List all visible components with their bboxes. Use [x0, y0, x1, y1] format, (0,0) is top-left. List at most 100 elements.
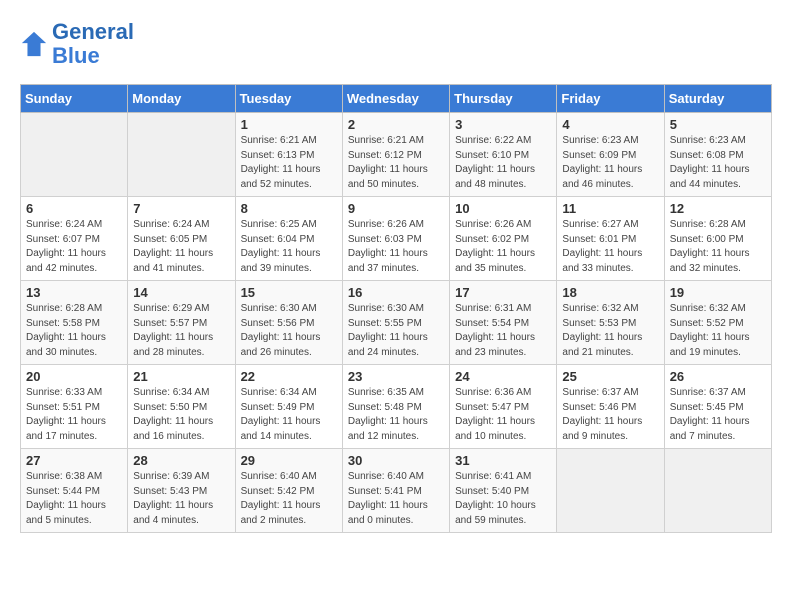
day-number: 9 — [348, 201, 444, 216]
page-header: GeneralBlue — [20, 20, 772, 68]
calendar-cell — [664, 449, 771, 533]
day-info: Sunrise: 6:28 AMSunset: 6:00 PMDaylight:… — [670, 218, 766, 276]
day-info: Sunrise: 6:33 AMSunset: 5:51 PMDaylight:… — [26, 386, 122, 444]
day-info: Sunrise: 6:26 AMSunset: 6:02 PMDaylight:… — [455, 218, 551, 276]
day-number: 28 — [133, 453, 229, 468]
day-number: 20 — [26, 369, 122, 384]
day-info: Sunrise: 6:23 AMSunset: 6:08 PMDaylight:… — [670, 134, 766, 192]
calendar-cell: 14Sunrise: 6:29 AMSunset: 5:57 PMDayligh… — [128, 281, 235, 365]
calendar-cell: 23Sunrise: 6:35 AMSunset: 5:48 PMDayligh… — [342, 365, 449, 449]
days-of-week-row: SundayMondayTuesdayWednesdayThursdayFrid… — [21, 85, 772, 113]
calendar-header: SundayMondayTuesdayWednesdayThursdayFrid… — [21, 85, 772, 113]
calendar-cell: 6 Sunrise: 6:24 AMSunset: 6:07 PMDaylight… — [21, 197, 128, 281]
calendar-cell: 30 Sunrise: 6:40 AMSunset: 5:41 PMDayligh… — [342, 449, 449, 533]
calendar-cell: 26Sunrise: 6:37 AMSunset: 5:45 PMDayligh… — [664, 365, 771, 449]
day-number: 5 — [670, 117, 766, 132]
day-info: Sunrise: 6:31 AMSunset: 5:54 PMDaylight:… — [455, 302, 551, 360]
calendar-cell: 27 Sunrise: 6:38 AMSunset: 5:44 PMDayligh… — [21, 449, 128, 533]
day-info: Sunrise: 6:22 AMSunset: 6:10 PMDaylight:… — [455, 134, 551, 192]
day-number: 22 — [241, 369, 337, 384]
day-number: 2 — [348, 117, 444, 132]
day-info: Sunrise: 6:37 AMSunset: 5:45 PMDaylight:… — [670, 386, 766, 444]
day-of-week-header: Sunday — [21, 85, 128, 113]
day-number: 4 — [562, 117, 658, 132]
calendar-cell: 13 Sunrise: 6:28 AMSunset: 5:58 PMDayligh… — [21, 281, 128, 365]
day-number: 18 — [562, 285, 658, 300]
logo-icon — [20, 30, 48, 58]
calendar-week-row: 27 Sunrise: 6:38 AMSunset: 5:44 PMDayligh… — [21, 449, 772, 533]
day-number: 3 — [455, 117, 551, 132]
day-number: 16 — [348, 285, 444, 300]
calendar-cell — [128, 113, 235, 197]
calendar-cell: 19Sunrise: 6:32 AMSunset: 5:52 PMDayligh… — [664, 281, 771, 365]
day-number: 15 — [241, 285, 337, 300]
calendar-week-row: 20 Sunrise: 6:33 AMSunset: 5:51 PMDayligh… — [21, 365, 772, 449]
logo-text: GeneralBlue — [52, 20, 134, 68]
calendar-cell: 16 Sunrise: 6:30 AMSunset: 5:55 PMDayligh… — [342, 281, 449, 365]
day-info: Sunrise: 6:40 AMSunset: 5:41 PMDaylight:… — [348, 470, 444, 528]
calendar-week-row: 13 Sunrise: 6:28 AMSunset: 5:58 PMDayligh… — [21, 281, 772, 365]
day-number: 13 — [26, 285, 122, 300]
day-info: Sunrise: 6:39 AMSunset: 5:43 PMDaylight:… — [133, 470, 229, 528]
calendar-cell: 10Sunrise: 6:26 AMSunset: 6:02 PMDayligh… — [450, 197, 557, 281]
day-number: 30 — [348, 453, 444, 468]
day-info: Sunrise: 6:28 AMSunset: 5:58 PMDaylight:… — [26, 302, 122, 360]
day-number: 17 — [455, 285, 551, 300]
day-number: 29 — [241, 453, 337, 468]
day-number: 11 — [562, 201, 658, 216]
day-info: Sunrise: 6:30 AMSunset: 5:55 PMDaylight:… — [348, 302, 444, 360]
day-number: 21 — [133, 369, 229, 384]
day-info: Sunrise: 6:30 AMSunset: 5:56 PMDaylight:… — [241, 302, 337, 360]
day-number: 1 — [241, 117, 337, 132]
calendar-cell: 20 Sunrise: 6:33 AMSunset: 5:51 PMDayligh… — [21, 365, 128, 449]
calendar-body: 1Sunrise: 6:21 AMSunset: 6:13 PMDaylight… — [21, 113, 772, 533]
calendar-table: SundayMondayTuesdayWednesdayThursdayFrid… — [20, 84, 772, 533]
calendar-cell: 21 Sunrise: 6:34 AMSunset: 5:50 PMDayligh… — [128, 365, 235, 449]
day-info: Sunrise: 6:34 AMSunset: 5:50 PMDaylight:… — [133, 386, 229, 444]
calendar-cell: 31 Sunrise: 6:41 AMSunset: 5:40 PMDayligh… — [450, 449, 557, 533]
day-info: Sunrise: 6:29 AMSunset: 5:57 PMDaylight:… — [133, 302, 229, 360]
day-info: Sunrise: 6:24 AMSunset: 6:07 PMDaylight:… — [26, 218, 122, 276]
day-number: 8 — [241, 201, 337, 216]
calendar-cell: 17 Sunrise: 6:31 AMSunset: 5:54 PMDayligh… — [450, 281, 557, 365]
day-info: Sunrise: 6:38 AMSunset: 5:44 PMDaylight:… — [26, 470, 122, 528]
day-info: Sunrise: 6:25 AMSunset: 6:04 PMDaylight:… — [241, 218, 337, 276]
calendar-cell: 1Sunrise: 6:21 AMSunset: 6:13 PMDaylight… — [235, 113, 342, 197]
day-info: Sunrise: 6:35 AMSunset: 5:48 PMDaylight:… — [348, 386, 444, 444]
calendar-cell: 29 Sunrise: 6:40 AMSunset: 5:42 PMDayligh… — [235, 449, 342, 533]
calendar-cell: 3 Sunrise: 6:22 AMSunset: 6:10 PMDaylight… — [450, 113, 557, 197]
calendar-cell — [21, 113, 128, 197]
calendar-cell: 24 Sunrise: 6:36 AMSunset: 5:47 PMDayligh… — [450, 365, 557, 449]
logo: GeneralBlue — [20, 20, 134, 68]
day-info: Sunrise: 6:21 AMSunset: 6:12 PMDaylight:… — [348, 134, 444, 192]
day-number: 6 — [26, 201, 122, 216]
calendar-cell: 25Sunrise: 6:37 AMSunset: 5:46 PMDayligh… — [557, 365, 664, 449]
day-info: Sunrise: 6:24 AMSunset: 6:05 PMDaylight:… — [133, 218, 229, 276]
day-info: Sunrise: 6:36 AMSunset: 5:47 PMDaylight:… — [455, 386, 551, 444]
day-number: 24 — [455, 369, 551, 384]
day-info: Sunrise: 6:40 AMSunset: 5:42 PMDaylight:… — [241, 470, 337, 528]
day-of-week-header: Saturday — [664, 85, 771, 113]
calendar-cell: 2 Sunrise: 6:21 AMSunset: 6:12 PMDaylight… — [342, 113, 449, 197]
calendar-week-row: 1Sunrise: 6:21 AMSunset: 6:13 PMDaylight… — [21, 113, 772, 197]
day-number: 31 — [455, 453, 551, 468]
day-info: Sunrise: 6:41 AMSunset: 5:40 PMDaylight:… — [455, 470, 551, 528]
calendar-cell: 5 Sunrise: 6:23 AMSunset: 6:08 PMDaylight… — [664, 113, 771, 197]
calendar-cell: 8 Sunrise: 6:25 AMSunset: 6:04 PMDaylight… — [235, 197, 342, 281]
day-number: 12 — [670, 201, 766, 216]
calendar-cell — [557, 449, 664, 533]
day-info: Sunrise: 6:26 AMSunset: 6:03 PMDaylight:… — [348, 218, 444, 276]
day-info: Sunrise: 6:27 AMSunset: 6:01 PMDaylight:… — [562, 218, 658, 276]
day-number: 27 — [26, 453, 122, 468]
calendar-cell: 4Sunrise: 6:23 AMSunset: 6:09 PMDaylight… — [557, 113, 664, 197]
day-of-week-header: Tuesday — [235, 85, 342, 113]
day-number: 25 — [562, 369, 658, 384]
calendar-cell: 12 Sunrise: 6:28 AMSunset: 6:00 PMDayligh… — [664, 197, 771, 281]
day-number: 19 — [670, 285, 766, 300]
calendar-cell: 18Sunrise: 6:32 AMSunset: 5:53 PMDayligh… — [557, 281, 664, 365]
day-of-week-header: Thursday — [450, 85, 557, 113]
calendar-cell: 22Sunrise: 6:34 AMSunset: 5:49 PMDayligh… — [235, 365, 342, 449]
day-of-week-header: Monday — [128, 85, 235, 113]
calendar-week-row: 6 Sunrise: 6:24 AMSunset: 6:07 PMDaylight… — [21, 197, 772, 281]
calendar-cell: 15 Sunrise: 6:30 AMSunset: 5:56 PMDayligh… — [235, 281, 342, 365]
